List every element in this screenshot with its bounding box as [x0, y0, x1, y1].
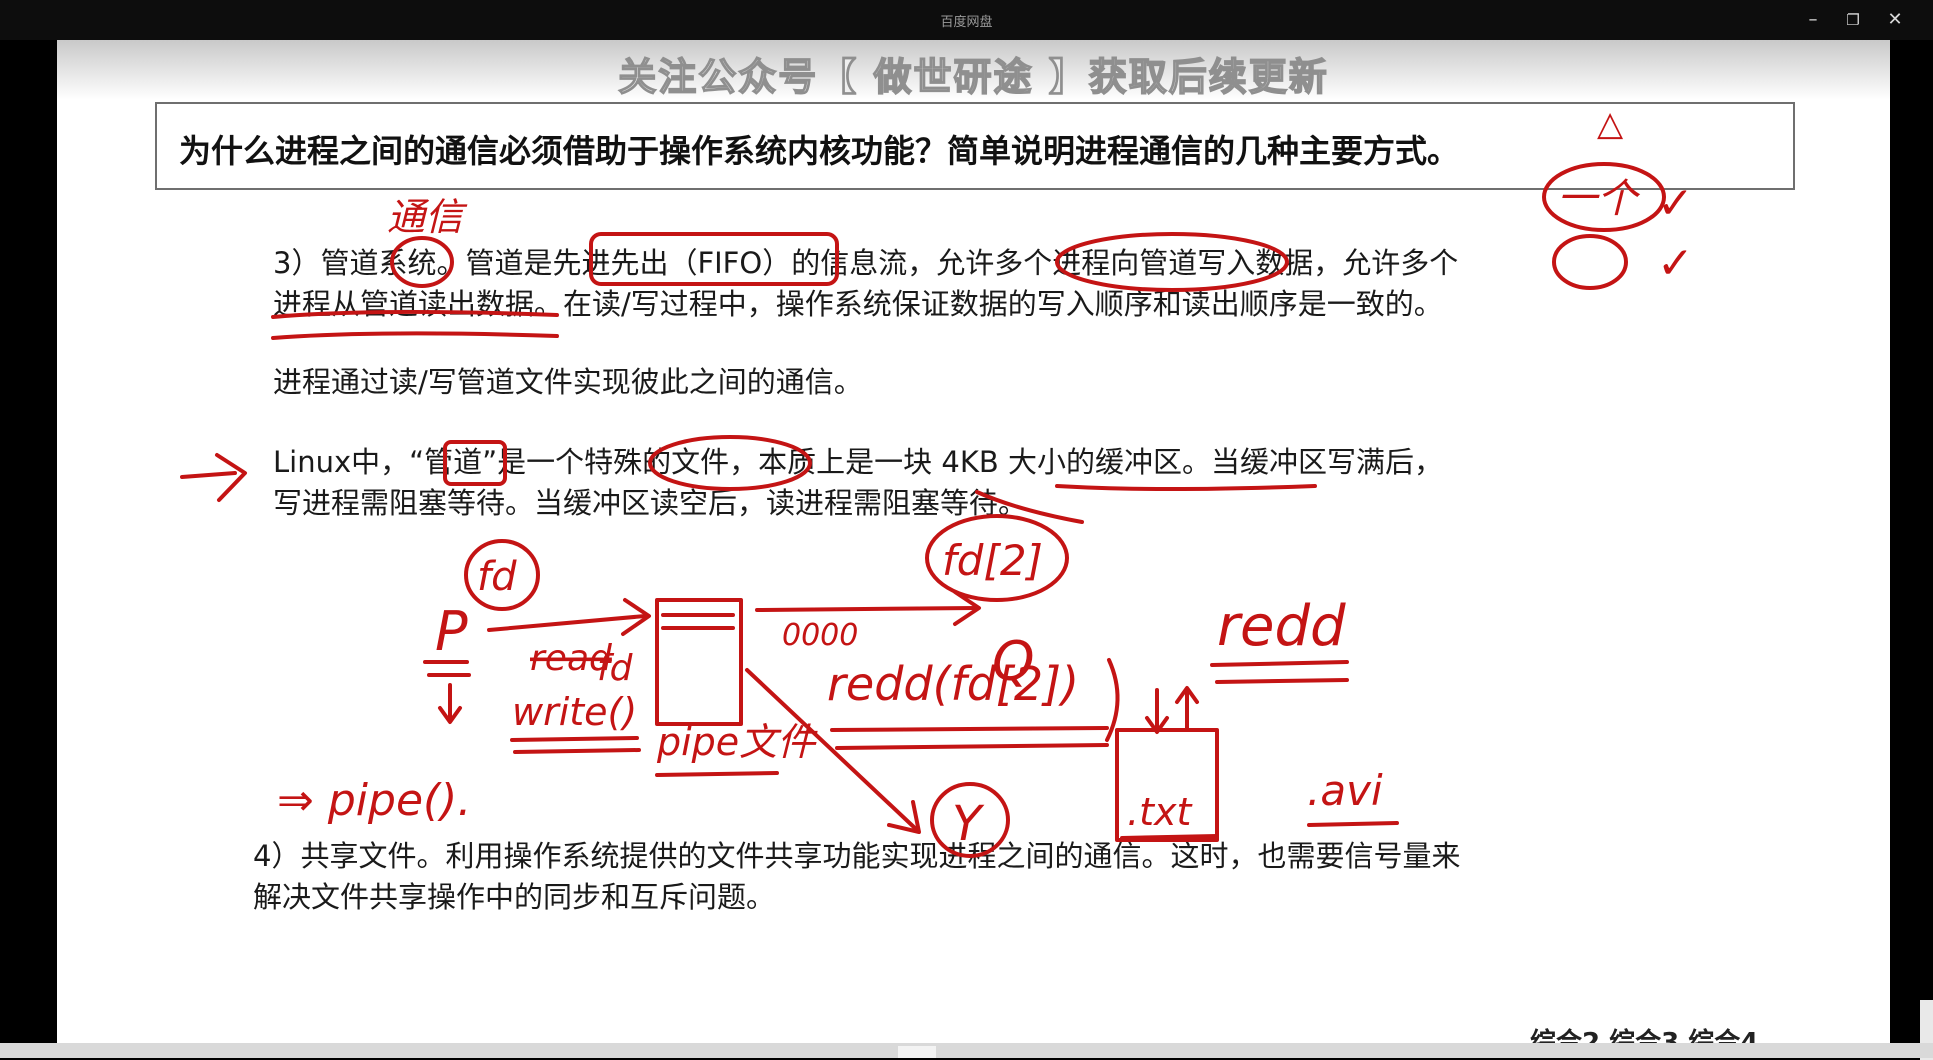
read-crossed: read: [530, 638, 613, 679]
share-file-paragraph-line1: 4）共享文件。利用操作系统提供的文件共享功能实现进程之间的通信。这时，也需要信号…: [253, 839, 1461, 873]
pipe-call-note: ⇒ pipe().: [277, 775, 471, 826]
write-note: write(): [512, 690, 637, 734]
fd-circle: [464, 539, 540, 611]
pipe-file-underline: [655, 771, 779, 777]
pipe-scribble: [661, 613, 735, 630]
pipe-paragraph-line3: 进程通过读/写管道文件实现彼此之间的通信。: [273, 365, 863, 399]
linux-paragraph-line1: Linux中，“管道”是一个特殊的文件，本质上是一块 4KB 大小的缓冲区。当缓…: [273, 445, 1443, 479]
restore-button[interactable]: ❐: [1836, 6, 1870, 34]
minimize-button[interactable]: –: [1796, 6, 1830, 34]
video-letterbox-left: [0, 40, 57, 1058]
pipe-file-note: pipe文件: [656, 720, 818, 764]
write-underlines: [510, 736, 641, 754]
down-arrow-left: [438, 683, 462, 724]
window-title: 百度网盘: [940, 15, 993, 30]
arrow-pipe-to-fd2: [755, 606, 979, 612]
video-letterbox-right: [1890, 40, 1933, 1060]
fd2-circle: [925, 514, 1069, 602]
arrow-pipe-to-y: [745, 668, 919, 832]
arrow-fd2-head: [953, 590, 981, 626]
pipe-paragraph-line2: 进程从管道读出数据。在读/写过程中，操作系统保证数据的写入顺序和读出顺序是一致的…: [273, 287, 1443, 321]
buffer-underline: [1055, 484, 1317, 491]
txt-note: .txt: [1127, 790, 1193, 834]
close-button[interactable]: ✕: [1878, 6, 1912, 34]
check-mark-2: ✓: [1657, 238, 1694, 289]
share-file-paragraph-line2: 解决文件共享操作中的同步和互斥问题。: [253, 880, 776, 914]
fd-note: fd: [477, 554, 517, 600]
fd-small-note: fd: [597, 648, 634, 689]
read-right-note: redd: [1217, 594, 1346, 659]
read-underline-2: [271, 331, 559, 340]
p-note: P: [435, 600, 468, 663]
watermark-text: 关注公众号【 做世研途 】获取后续更新: [618, 54, 1329, 100]
arrow-head: [215, 453, 247, 502]
arrow-shaft: [180, 471, 237, 479]
arrow-p-to-pipe: [487, 614, 647, 632]
pipe-buffer-box: [655, 598, 743, 726]
arrow-p-head: [621, 598, 651, 636]
txt-file-box: [1115, 728, 1219, 842]
bottom-scrollbar[interactable]: [0, 1043, 1933, 1058]
down-arrow-right: [1145, 688, 1169, 734]
q-note: Q: [992, 630, 1035, 693]
arrow-y-head: [887, 800, 921, 834]
question-text: 为什么进程之间的通信必须借助于操作系统内核功能？简单说明进程通信的几种主要方式。: [179, 132, 1460, 170]
window-titlebar: 百度网盘 – ❐ ✕: [0, 0, 1933, 40]
up-arrow-right: [1175, 686, 1199, 732]
read-call-paren: [1105, 658, 1120, 742]
footer-tabs: 综合2 综合3 综合4: [1530, 1028, 1759, 1043]
pipe-paragraph-line1: 3）管道系统。管道是先进先出（FIFO）的信息流，允许多个进程向管道写入数据，允…: [273, 246, 1459, 280]
tongxin-note: 通信: [387, 195, 468, 239]
bottom-scroll-thumb[interactable]: [898, 1046, 936, 1058]
avi-note: .avi: [1307, 766, 1383, 815]
read-call-note: redd(fd[2]): [827, 657, 1079, 711]
read-call-underlines: [830, 726, 1109, 750]
lecture-slide: 关注公众号【 做世研途 】获取后续更新 为什么进程之间的通信必须借助于操作系统内…: [57, 40, 1890, 1043]
linux-paragraph-line2: 写进程需阻塞等待。当缓冲区读空后，读进程需阻塞等待。: [273, 486, 1028, 520]
fd2-note: fd[2]: [942, 536, 1043, 585]
zeros-note: 0000: [782, 618, 858, 653]
question-box: 为什么进程之间的通信必须借助于操作系统内核功能？简单说明进程通信的几种主要方式。: [155, 102, 1795, 190]
multi-read-circle: [1552, 234, 1628, 290]
read-right-underlines: [1210, 660, 1349, 684]
avi-underline: [1307, 821, 1399, 827]
